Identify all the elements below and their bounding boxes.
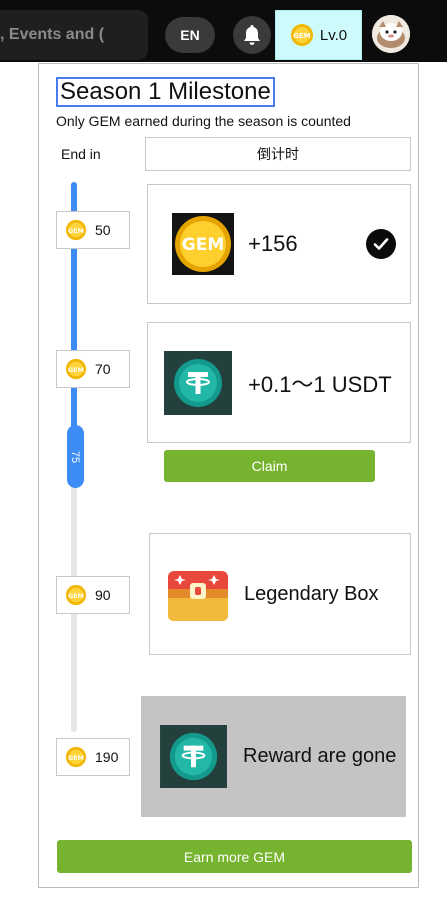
avatar[interactable] — [372, 15, 410, 53]
threshold-value: 190 — [95, 749, 119, 765]
reward-text: +0.1～1 USDT — [248, 371, 392, 397]
notifications-button[interactable] — [233, 16, 271, 54]
threshold-value: 90 — [95, 587, 111, 603]
bell-icon — [244, 25, 260, 45]
svg-text:GEM: GEM — [68, 366, 84, 374]
gem-coin-icon: GEM — [172, 213, 234, 275]
earn-more-gem-button[interactable]: Earn more GEM — [57, 840, 412, 873]
reward-text: Reward are gone — [243, 745, 397, 767]
reward-card-legendary-box: Legendary Box — [149, 533, 411, 655]
threshold-value: 70 — [95, 361, 111, 377]
threshold-badge: GEM 50 — [56, 211, 130, 249]
gem-coin-icon: GEM — [65, 584, 87, 606]
reward-card-gone: Reward are gone — [141, 696, 406, 817]
gem-coin-icon: GEM — [65, 358, 87, 380]
milestone-title: Season 1 Milestone — [56, 77, 275, 107]
threshold-badge: GEM 190 — [56, 738, 130, 776]
check-icon — [373, 238, 389, 250]
treasure-chest-icon — [168, 571, 228, 621]
end-in-label: End in — [61, 146, 101, 162]
claimed-badge — [366, 229, 396, 259]
progress-value: 75 — [69, 450, 82, 463]
threshold-value: 50 — [95, 222, 111, 238]
top-bar: , Events and ( EN GEM Lv.0 — [0, 0, 447, 62]
reward-card-usdt: +0.1～1 USDT — [147, 322, 411, 443]
progress-indicator: 75 — [67, 425, 84, 488]
countdown-box: 倒计时 — [145, 137, 411, 171]
milestone-subtitle: Only GEM earned during the season is cou… — [56, 113, 351, 129]
threshold-badge: GEM 90 — [56, 576, 130, 614]
gem-coin-icon: GEM — [290, 24, 313, 46]
claim-button[interactable]: Claim — [164, 450, 375, 482]
level-text: Lv.0 — [319, 26, 348, 44]
level-badge[interactable]: GEM Lv.0 — [275, 10, 362, 60]
avatar-image — [372, 15, 410, 53]
svg-text:GEM: GEM — [293, 32, 311, 40]
reward-text: Legendary Box — [244, 582, 379, 605]
svg-text:GEM: GEM — [68, 592, 84, 600]
svg-text:GEM: GEM — [182, 235, 224, 255]
svg-text:GEM: GEM — [68, 227, 84, 235]
threshold-badge: GEM 70 — [56, 350, 130, 388]
reward-text: +156 — [248, 231, 298, 256]
search-bar[interactable]: , Events and ( — [0, 10, 148, 60]
language-button[interactable]: EN — [165, 17, 215, 53]
svg-text:GEM: GEM — [68, 754, 84, 762]
usdt-icon — [164, 350, 232, 415]
gem-coin-icon: GEM — [65, 746, 87, 768]
reward-card-gem: GEM +156 — [147, 184, 411, 304]
usdt-icon — [160, 725, 227, 788]
gem-coin-icon: GEM — [65, 219, 87, 241]
